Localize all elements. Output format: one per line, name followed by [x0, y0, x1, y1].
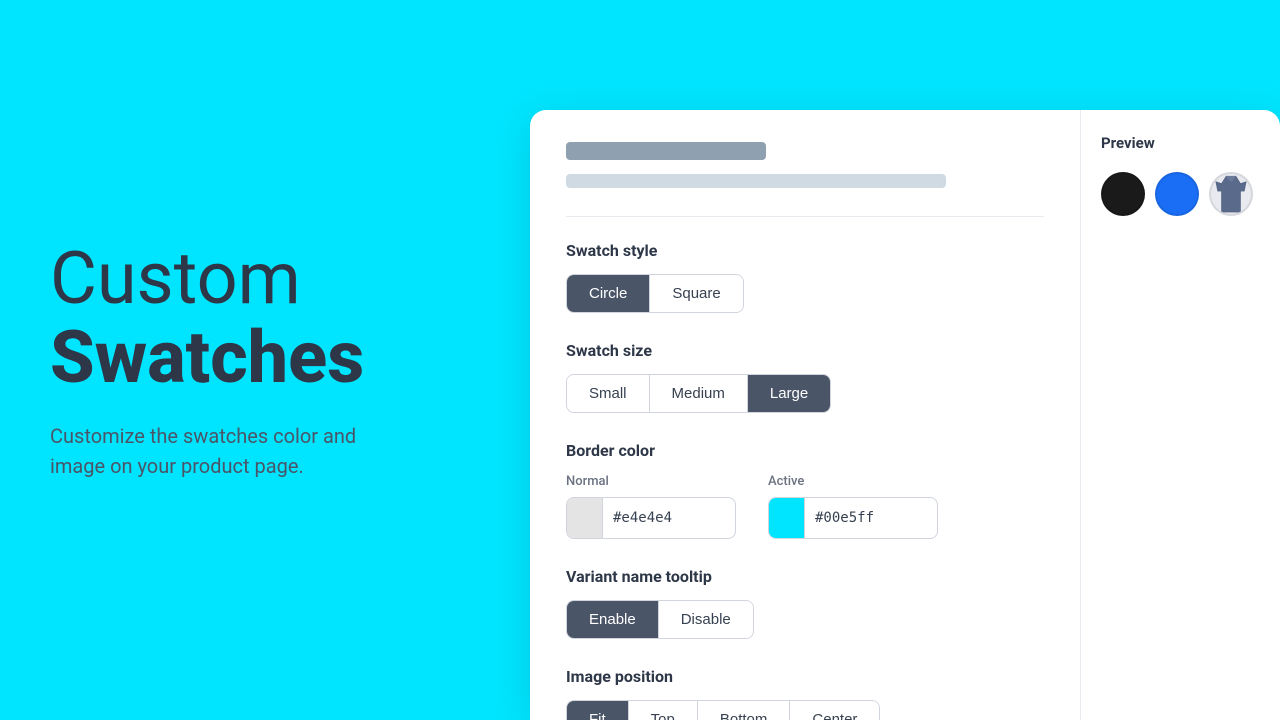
image-position-label: Image position — [566, 667, 1044, 686]
swatch-size-small-button[interactable]: Small — [567, 375, 650, 412]
preview-swatch-image — [1209, 172, 1253, 216]
border-color-section: Border color Normal Active — [566, 441, 1044, 539]
image-position-bottom-button[interactable]: Bottom — [698, 701, 791, 720]
swatch-size-section: Swatch size Small Medium Large — [566, 341, 1044, 413]
normal-color-label: Normal — [566, 474, 736, 489]
swatch-size-label: Swatch size — [566, 341, 1044, 360]
section-divider — [566, 216, 1044, 217]
variant-tooltip-label: Variant name tooltip — [566, 567, 1044, 586]
settings-card: Swatch style Circle Square Swatch size S… — [530, 110, 1280, 720]
normal-color-swatch — [567, 498, 603, 538]
normal-color-group: Normal — [566, 474, 736, 539]
normal-color-input-wrapper[interactable] — [566, 497, 736, 539]
tooltip-enable-button[interactable]: Enable — [567, 601, 659, 638]
swatch-size-large-button[interactable]: Large — [748, 375, 830, 412]
tooltip-disable-button[interactable]: Disable — [659, 601, 753, 638]
hero-title-bold: Swatches — [50, 318, 480, 397]
swatch-style-group: Circle Square — [566, 274, 744, 313]
preview-swatch-blue — [1155, 172, 1199, 216]
swatch-style-label: Swatch style — [566, 241, 1044, 260]
swatch-size-medium-button[interactable]: Medium — [650, 375, 748, 412]
active-color-input-wrapper[interactable] — [768, 497, 938, 539]
preview-panel: Preview — [1080, 110, 1280, 720]
active-color-label: Active — [768, 474, 938, 489]
image-position-section: Image position Fit Top Bottom Center — [566, 667, 1044, 720]
variant-tooltip-section: Variant name tooltip Enable Disable — [566, 567, 1044, 639]
image-position-top-button[interactable]: Top — [629, 701, 698, 720]
hero-subtitle: Customize the swatches color and image o… — [50, 421, 410, 481]
normal-color-text[interactable] — [603, 510, 736, 526]
image-position-fit-button[interactable]: Fit — [567, 701, 629, 720]
placeholder-bar-light — [566, 174, 946, 188]
right-panel: Swatch style Circle Square Swatch size S… — [530, 0, 1280, 720]
image-position-center-button[interactable]: Center — [790, 701, 879, 720]
border-color-row: Normal Active — [566, 474, 1044, 539]
placeholder-bar-dark — [566, 142, 766, 160]
active-color-swatch — [769, 498, 805, 538]
variant-tooltip-group: Enable Disable — [566, 600, 754, 639]
swatch-style-square-button[interactable]: Square — [650, 275, 742, 312]
active-color-text[interactable] — [805, 510, 938, 526]
image-position-group: Fit Top Bottom Center — [566, 700, 880, 720]
swatch-style-section: Swatch style Circle Square — [566, 241, 1044, 313]
preview-label: Preview — [1101, 134, 1155, 152]
card-main: Swatch style Circle Square Swatch size S… — [530, 110, 1080, 720]
hero-title: Custom Swatches — [50, 239, 480, 397]
active-color-group: Active — [768, 474, 938, 539]
preview-swatches — [1101, 172, 1253, 216]
swatch-size-group: Small Medium Large — [566, 374, 831, 413]
preview-swatch-black — [1101, 172, 1145, 216]
left-panel: Custom Swatches Customize the swatches c… — [0, 0, 530, 720]
hero-title-light: Custom — [50, 239, 480, 318]
border-color-label: Border color — [566, 441, 1044, 460]
swatch-style-circle-button[interactable]: Circle — [567, 275, 650, 312]
